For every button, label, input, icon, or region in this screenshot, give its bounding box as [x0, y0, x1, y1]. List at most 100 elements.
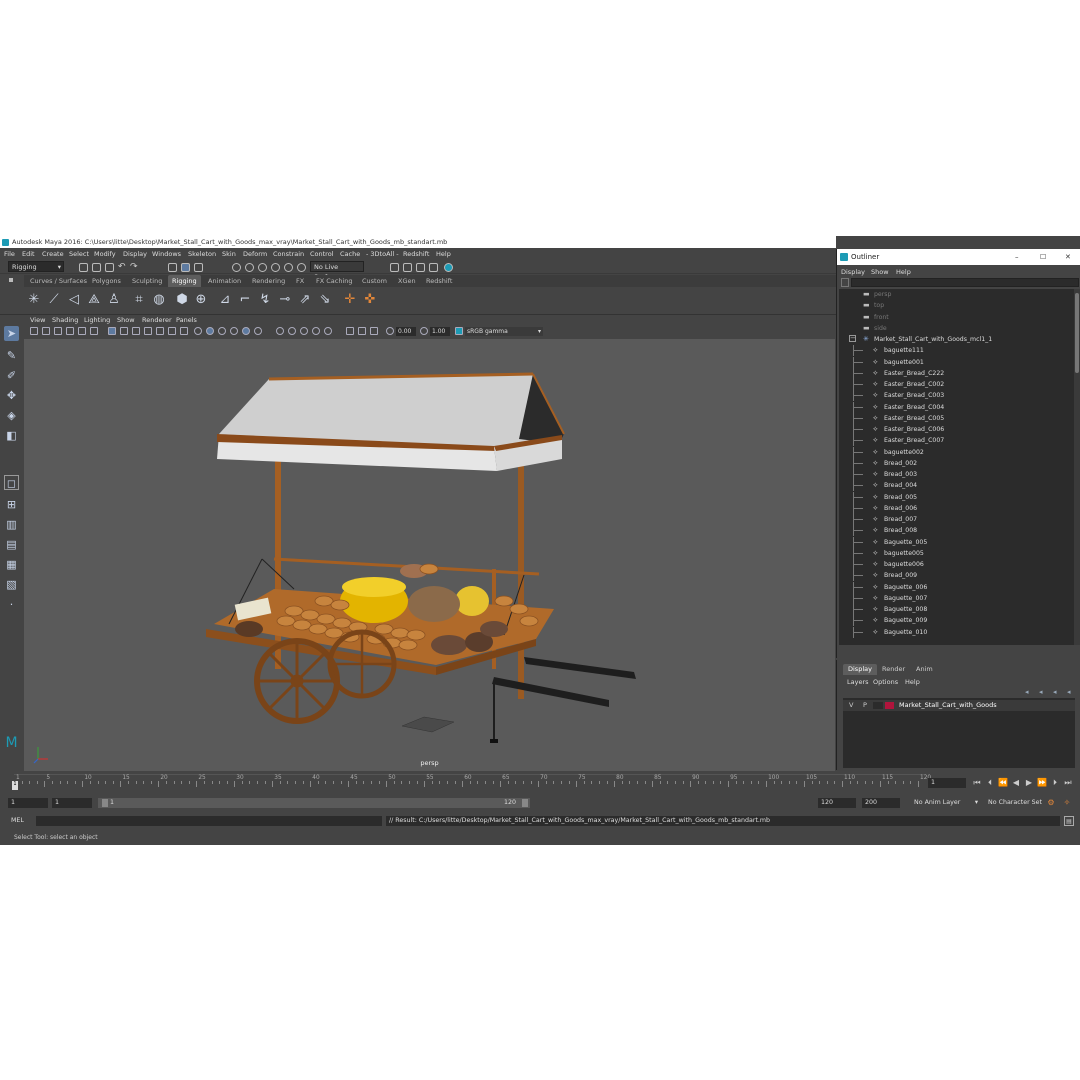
- redo-icon[interactable]: ↷: [130, 263, 139, 272]
- safe-action-icon[interactable]: [168, 327, 176, 335]
- character-set-dropdown[interactable]: No Character Set: [984, 798, 1042, 808]
- outliner-layout-icon[interactable]: ▧: [4, 577, 19, 592]
- outliner-item[interactable]: ⟡ Baguette_006: [839, 581, 1075, 593]
- collapse-icon[interactable]: −: [849, 335, 856, 342]
- outliner-item[interactable]: ⟡ Easter_Bread_C222: [839, 367, 1075, 379]
- constraint-icon[interactable]: ✜: [363, 293, 377, 307]
- snap-view-icon[interactable]: [271, 263, 280, 272]
- menu-deform[interactable]: Deform: [243, 250, 267, 258]
- render-frame-icon[interactable]: [403, 263, 412, 272]
- menu-file[interactable]: File: [4, 250, 15, 258]
- exposure-field[interactable]: 0.00: [396, 327, 416, 336]
- script-editor-icon[interactable]: ▤: [1064, 816, 1074, 826]
- current-time-marker[interactable]: 1: [12, 781, 18, 790]
- color-management-icon[interactable]: [455, 327, 463, 335]
- tab-fx-caching[interactable]: FX Caching: [312, 275, 357, 287]
- image-plane-icon[interactable]: [66, 327, 74, 335]
- timeline-ruler[interactable]: 1 5 10 15 20 25 30 35 40 45 50 55 60 65 70 75 80 85 90 95 10…: [14, 774, 931, 792]
- outliner-item[interactable]: ⟡ Bread_005: [839, 491, 1075, 503]
- outliner-camera-side[interactable]: ▬ side: [839, 323, 1075, 334]
- outliner-item[interactable]: ⟡ Easter_Bread_C002: [839, 379, 1075, 390]
- tab-xgen[interactable]: XGen: [394, 275, 420, 287]
- auto-key-icon[interactable]: ⚙: [1046, 798, 1056, 808]
- anti-aliasing-icon[interactable]: [300, 327, 308, 335]
- layer-type-toggle[interactable]: [873, 702, 883, 709]
- rotate-tool-icon[interactable]: ◈: [4, 408, 19, 423]
- outliner-scrollbar[interactable]: [1074, 289, 1080, 645]
- move-tool-icon[interactable]: ✥: [4, 388, 19, 403]
- menu-control[interactable]: Control: [310, 250, 334, 258]
- redshift-icon[interactable]: [444, 263, 453, 272]
- ik-spline-icon[interactable]: ◁: [67, 293, 81, 307]
- smooth-shade-icon[interactable]: [206, 327, 214, 335]
- restore-icon[interactable]: ❐: [1030, 236, 1048, 248]
- custom-layout-icon[interactable]: ·: [4, 597, 19, 612]
- animation-start-field[interactable]: 1: [8, 798, 48, 808]
- ik-handle-icon[interactable]: ⟋: [47, 293, 61, 307]
- gate-mask-icon[interactable]: [144, 327, 152, 335]
- motion-blur-icon[interactable]: [288, 327, 296, 335]
- camera-select-icon[interactable]: [30, 327, 38, 335]
- field-chart-icon[interactable]: [156, 327, 164, 335]
- snap-surface-icon[interactable]: [284, 263, 293, 272]
- select-tool-icon[interactable]: ➤: [4, 326, 19, 341]
- outliner-item[interactable]: ⟡ baguette002: [839, 446, 1075, 458]
- depth-of-field-icon[interactable]: [312, 327, 320, 335]
- go-to-start-icon[interactable]: ⏮: [972, 778, 982, 788]
- snap-curve-icon[interactable]: [245, 263, 254, 272]
- outliner-item[interactable]: ⟡ Bread_006: [839, 502, 1075, 514]
- paint-weights-icon[interactable]: ↯: [258, 293, 272, 307]
- layer-playback-toggle[interactable]: P: [863, 700, 867, 711]
- outliner-item[interactable]: ⟡ baguette111: [839, 345, 1075, 357]
- viewport-menu-shading[interactable]: Shading: [52, 316, 78, 324]
- range-start-handle[interactable]: [102, 799, 108, 807]
- tab-curves-surfaces[interactable]: Curves / Surfaces: [26, 275, 91, 287]
- outliner-root-group[interactable]: − ✳ Market_Stall_Cart_with_Goods_mcl1_1: [839, 334, 1075, 345]
- menu-set-dropdown[interactable]: Rigging ▾: [8, 261, 64, 272]
- outliner-item[interactable]: ⟡ Bread_009: [839, 570, 1075, 582]
- outliner-item[interactable]: ⟡ Easter_Bread_C007: [839, 435, 1075, 447]
- tab-display-layers[interactable]: Display: [843, 664, 877, 675]
- select-component-icon[interactable]: [194, 263, 203, 272]
- camera-attributes-icon[interactable]: [42, 327, 50, 335]
- outliner-search-input[interactable]: [851, 278, 1079, 287]
- layer-menu-options[interactable]: Options: [873, 678, 898, 686]
- menu-skeleton[interactable]: Skeleton: [188, 250, 216, 258]
- tab-render-layers[interactable]: Render: [877, 664, 910, 675]
- wireframe-on-shaded-icon[interactable]: [218, 327, 226, 335]
- new-scene-icon[interactable]: [79, 263, 88, 272]
- persp-graph-layout-icon[interactable]: ▤: [4, 537, 19, 552]
- screen-space-ao-icon[interactable]: [276, 327, 284, 335]
- outliner-camera-persp[interactable]: ▬ persp: [839, 289, 1075, 300]
- maximize-icon[interactable]: ☐: [1040, 249, 1046, 265]
- tab-redshift[interactable]: Redshift: [422, 275, 456, 287]
- perspective-viewport[interactable]: persp: [24, 339, 835, 771]
- bookmark-icon[interactable]: [54, 327, 62, 335]
- film-gate-icon[interactable]: [120, 327, 128, 335]
- menu-help[interactable]: Help: [436, 250, 451, 258]
- outliner-menu-help[interactable]: Help: [896, 268, 911, 276]
- tab-sculpting[interactable]: Sculpting: [128, 275, 166, 287]
- textured-icon[interactable]: [230, 327, 238, 335]
- outliner-item[interactable]: ⟡ baguette006: [839, 559, 1075, 570]
- hypershade-layout-icon[interactable]: ▦: [4, 557, 19, 572]
- layer-menu-layers[interactable]: Layers: [847, 678, 869, 686]
- scale-tool-icon[interactable]: ◧: [4, 428, 19, 443]
- step-back-key-icon[interactable]: ⏪: [998, 778, 1008, 788]
- menu-edit[interactable]: Edit: [22, 250, 35, 258]
- ipr-render-icon[interactable]: [416, 263, 425, 272]
- wireframe-icon[interactable]: [194, 327, 202, 335]
- outliner-item[interactable]: ⟡ Baguette_005: [839, 536, 1075, 548]
- layer-row[interactable]: V P Market_Stall_Cart_with_Goods: [843, 700, 1075, 711]
- outliner-item[interactable]: ⟡ baguette005: [839, 547, 1075, 559]
- paint-select-icon[interactable]: ✐: [4, 368, 19, 383]
- outliner-item[interactable]: ⟡ Easter_Bread_C003: [839, 390, 1075, 402]
- menu-cache[interactable]: Cache: [340, 250, 360, 258]
- wire-deformer-icon[interactable]: ⊕: [194, 293, 208, 307]
- menu-3dtoall[interactable]: - 3DtoAll -: [366, 250, 399, 258]
- menu-constrain[interactable]: Constrain: [273, 250, 304, 258]
- gamma-icon[interactable]: [420, 327, 428, 335]
- bind-pose-icon[interactable]: ⊸: [278, 293, 292, 307]
- playback-start-field[interactable]: 1: [52, 798, 92, 808]
- outliner-item[interactable]: ⟡ Easter_Bread_C006: [839, 424, 1075, 435]
